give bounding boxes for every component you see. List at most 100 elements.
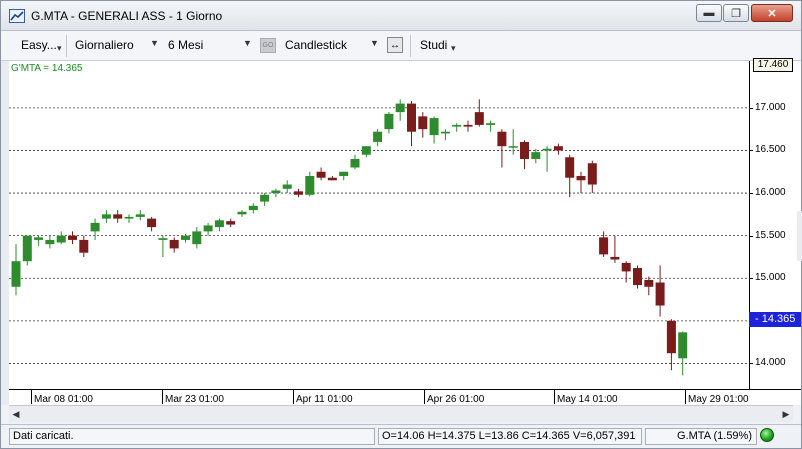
expand-horizontal-button[interactable]: ↔ bbox=[387, 37, 403, 53]
candle bbox=[282, 180, 292, 194]
candle-body bbox=[22, 235, 32, 262]
candle bbox=[384, 112, 394, 134]
candle bbox=[463, 120, 473, 132]
candle-body bbox=[147, 218, 157, 228]
close-icon: ✕ bbox=[767, 7, 777, 20]
candle bbox=[429, 116, 439, 144]
candle bbox=[520, 140, 529, 170]
candle-body bbox=[587, 163, 597, 185]
candle bbox=[79, 235, 89, 257]
interval-dropdown-icon[interactable]: ▼ bbox=[150, 38, 159, 48]
candle-body bbox=[271, 190, 281, 194]
price-tick-label: 16.000 bbox=[755, 187, 786, 199]
price-tick bbox=[749, 278, 753, 280]
status-bar: Dati caricati. O=14.06 H=14.375 L=13.86 … bbox=[1, 424, 801, 448]
candle-body bbox=[282, 184, 292, 189]
candle-body bbox=[316, 171, 326, 178]
range-select[interactable]: 6 Mesi bbox=[168, 38, 203, 52]
candle-body bbox=[361, 146, 371, 155]
range-dropdown-icon[interactable]: ▼ bbox=[243, 38, 252, 48]
candle bbox=[678, 331, 688, 376]
candle bbox=[644, 276, 654, 296]
studies-menu[interactable]: Studi bbox=[420, 38, 447, 52]
candle bbox=[294, 188, 303, 198]
candle bbox=[203, 222, 213, 236]
candle bbox=[565, 154, 575, 198]
candle bbox=[316, 167, 326, 181]
candle-body bbox=[90, 222, 100, 232]
candle bbox=[474, 99, 484, 127]
studies-menu-arrow-icon[interactable]: ▾ bbox=[451, 43, 456, 54]
candle bbox=[339, 171, 349, 181]
candle bbox=[486, 120, 496, 132]
mode-menu[interactable]: Easy... bbox=[21, 38, 57, 52]
date-tick bbox=[554, 390, 555, 404]
title-bar[interactable]: G.MTA - GENERALI ASS - 1 Giorno ▬ ❐ ✕ bbox=[1, 1, 801, 31]
scroll-left-icon[interactable]: ◀ bbox=[9, 407, 23, 421]
price-tick-label: 14.000 bbox=[755, 357, 786, 369]
candle-body bbox=[260, 194, 270, 202]
candle-body bbox=[474, 112, 484, 125]
candlestick-chart[interactable] bbox=[9, 61, 749, 389]
candle-body bbox=[542, 148, 552, 151]
price-tick bbox=[749, 193, 753, 195]
candle bbox=[181, 233, 190, 243]
mode-menu-arrow-icon[interactable]: ▾ bbox=[57, 43, 62, 54]
candle bbox=[260, 193, 270, 206]
candle-body bbox=[124, 216, 134, 219]
price-tick bbox=[749, 235, 753, 237]
candle bbox=[22, 235, 32, 266]
candle bbox=[418, 112, 428, 138]
candle-body bbox=[214, 220, 224, 228]
minimize-button[interactable]: ▬ bbox=[696, 4, 722, 22]
chart-type-select[interactable]: Candlestick bbox=[285, 38, 347, 52]
candle bbox=[621, 261, 631, 283]
close-button[interactable]: ✕ bbox=[751, 4, 793, 22]
horizontal-scrollbar[interactable]: ◀ ▶ bbox=[9, 405, 793, 422]
candle-body bbox=[158, 238, 168, 240]
candle bbox=[237, 210, 247, 217]
candle-body bbox=[418, 116, 428, 130]
candle-body bbox=[226, 221, 236, 225]
candle bbox=[655, 265, 665, 317]
candle bbox=[350, 154, 360, 170]
price-tick-label: 15.500 bbox=[755, 229, 786, 241]
go-button[interactable]: GO bbox=[260, 38, 276, 53]
candle bbox=[124, 214, 134, 223]
date-axis[interactable] bbox=[9, 389, 801, 405]
candle-body bbox=[79, 239, 89, 253]
candle bbox=[192, 227, 202, 249]
candle-body bbox=[565, 157, 575, 178]
candle bbox=[452, 123, 462, 132]
candle bbox=[34, 235, 44, 246]
date-tick bbox=[162, 390, 163, 404]
candle-body bbox=[520, 141, 529, 159]
candle-body bbox=[135, 214, 145, 217]
candle bbox=[633, 265, 642, 289]
candle bbox=[147, 216, 157, 232]
candle bbox=[113, 210, 123, 223]
candle-body bbox=[576, 176, 586, 181]
candle-body bbox=[237, 211, 247, 215]
chart-type-dropdown-icon[interactable]: ▼ bbox=[370, 38, 379, 48]
maximize-button[interactable]: ❐ bbox=[723, 4, 749, 22]
toolbar-separator bbox=[410, 35, 411, 57]
interval-select[interactable]: Giornaliero bbox=[75, 38, 134, 52]
candle-body bbox=[11, 261, 21, 287]
chart-plot-area[interactable] bbox=[9, 61, 749, 389]
candle-body bbox=[633, 268, 642, 286]
candle bbox=[508, 129, 518, 155]
candle-body bbox=[384, 113, 394, 130]
candle bbox=[553, 143, 563, 155]
scroll-right-icon[interactable]: ▶ bbox=[779, 407, 793, 421]
date-tick-label: Mar 08 01:00 bbox=[34, 394, 93, 405]
candle bbox=[531, 148, 541, 164]
candle-body bbox=[294, 191, 303, 195]
date-tick-label: Mar 23 01:00 bbox=[165, 394, 224, 405]
candle-body bbox=[169, 239, 179, 249]
candle-body bbox=[666, 320, 676, 354]
price-tick bbox=[749, 363, 753, 365]
candle bbox=[497, 129, 507, 168]
date-tick-label: May 29 01:00 bbox=[688, 394, 749, 405]
candle-body bbox=[327, 177, 337, 181]
